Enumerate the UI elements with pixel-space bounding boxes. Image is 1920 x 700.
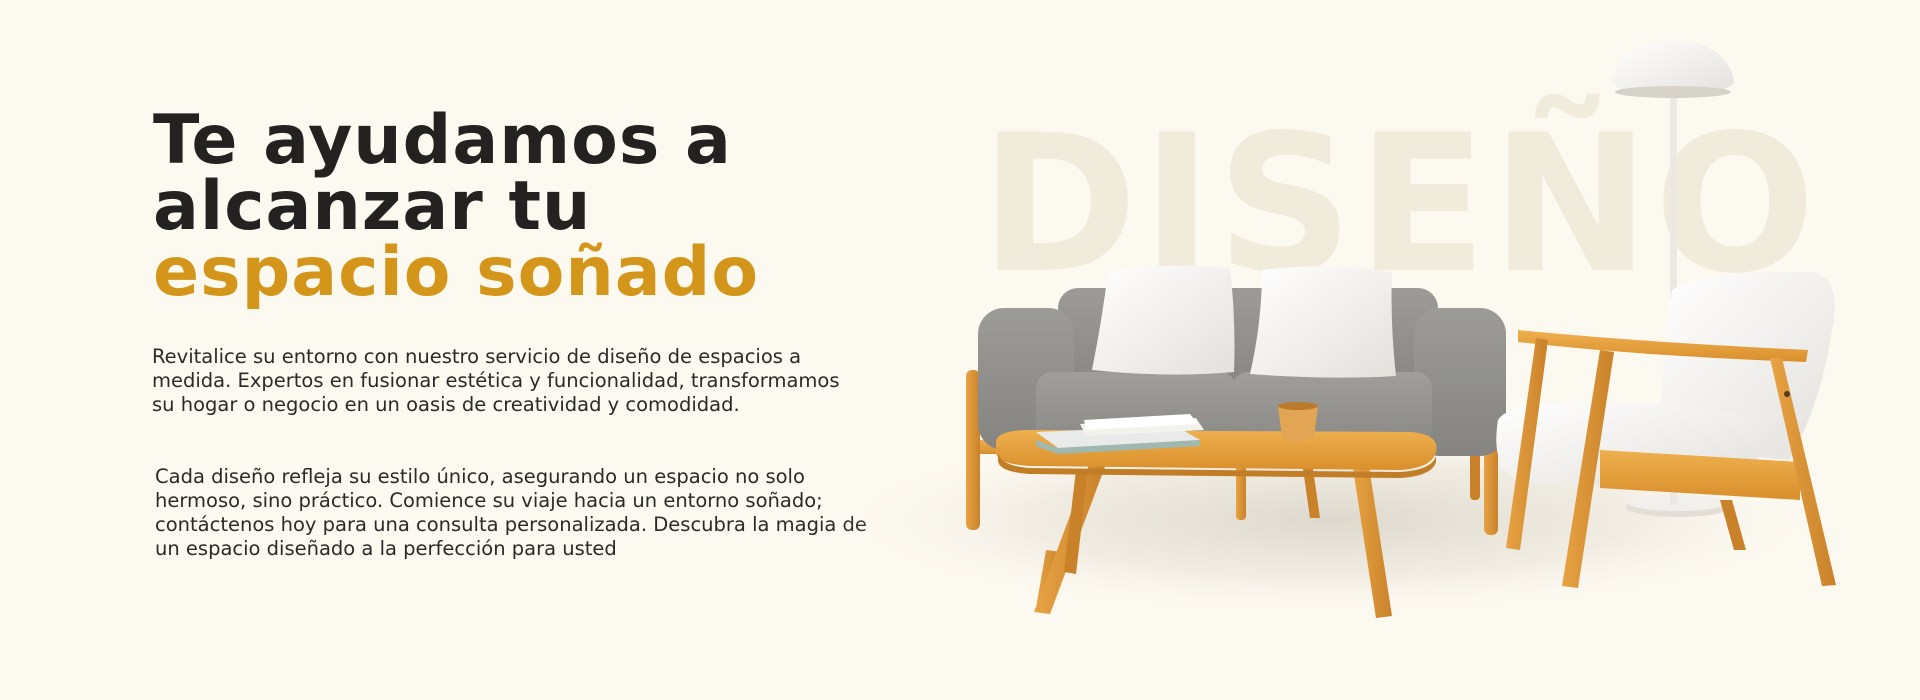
hero-section: DISEÑO Te ayudamos a alcanzar tu espacio… bbox=[0, 0, 1920, 700]
furniture-illustration bbox=[830, 40, 1836, 618]
